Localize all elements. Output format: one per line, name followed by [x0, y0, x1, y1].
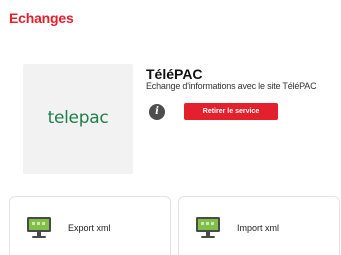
import-xml-card[interactable]: Import xml: [178, 196, 340, 255]
service-description: Echange d'informations avec le site Télé…: [146, 81, 317, 91]
computer-monitor-icon: [27, 217, 51, 238]
service-logo: telepac: [23, 64, 133, 174]
telepac-logo-text: telepac: [47, 108, 109, 128]
service-name: TéléPAC: [146, 66, 203, 82]
import-xml-label: Import xml: [237, 223, 280, 233]
remove-service-button[interactable]: Retirer le service: [184, 103, 278, 120]
info-icon[interactable]: i: [149, 104, 165, 120]
export-xml-label: Export xml: [68, 223, 111, 233]
computer-monitor-icon: [196, 217, 220, 238]
page-title: Echanges: [9, 10, 74, 26]
export-xml-card[interactable]: Export xml: [9, 196, 171, 255]
